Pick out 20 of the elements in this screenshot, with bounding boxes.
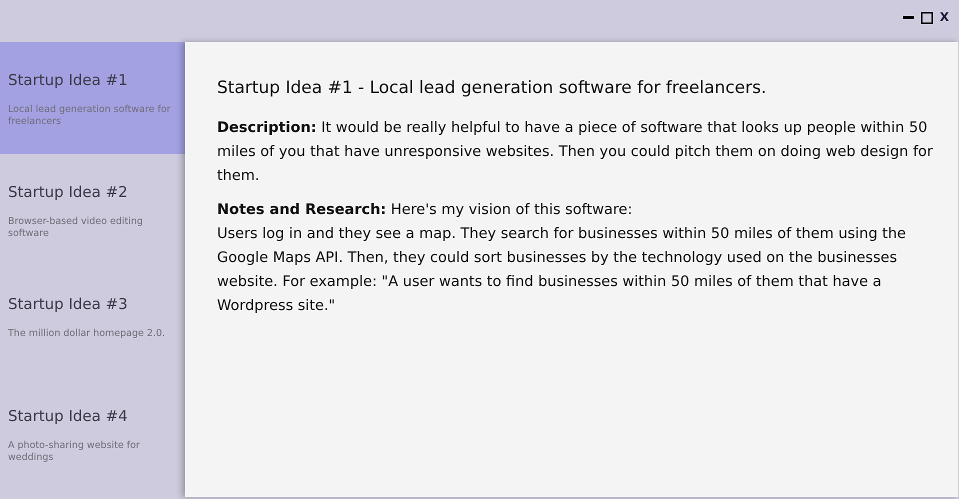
detail-heading: Startup Idea #1 - Local lead generation software for freelancers.	[217, 77, 768, 100]
sidebar-item[interactable]: Startup Idea #1 Local lead generation software for freelancers	[0, 42, 185, 154]
notes-text: Users log in and they see a map. They search for businesses within 50 miles of them using the Google Maps API. Then, they could sort businesses by the technology used on the businesses website. For example: "A user wants to find businesses within 50 miles of them that have a Wordpress site."	[217, 225, 907, 316]
sidebar-item[interactable]: Startup Idea #2 Browser-based video editing software	[0, 154, 185, 266]
maximize-icon	[921, 12, 934, 24]
idea-title: Startup Idea #3	[8, 294, 129, 314]
idea-title: Startup Idea #2	[8, 182, 129, 202]
idea-summary: Local lead generation software for freelancers	[8, 104, 172, 128]
maximize-button[interactable]	[920, 10, 934, 25]
sidebar-item[interactable]: Startup Idea #3 The million dollar homepage 2.0.	[0, 266, 185, 378]
idea-summary: A photo-sharing website for weddings	[8, 440, 141, 464]
sidebar-item[interactable]: Startup Idea #4 A photo-sharing website for weddings	[0, 378, 185, 490]
idea-summary: The million dollar homepage 2.0.	[8, 328, 166, 340]
close-button[interactable]: X	[940, 10, 949, 25]
idea-title: Startup Idea #4	[8, 406, 129, 426]
notes-intro-text: Notes and Research: Here's my vision of this software:	[217, 201, 634, 220]
idea-title: Startup Idea #1	[8, 70, 129, 90]
minimize-icon	[902, 16, 914, 19]
idea-summary: Browser-based video editing software	[8, 216, 144, 240]
description-text: Description: It would be really helpful to have a piece of software that looks up people within 50 miles of you that have unresponsive websites. Then you could pitch them on doing web design for them.	[217, 119, 934, 186]
